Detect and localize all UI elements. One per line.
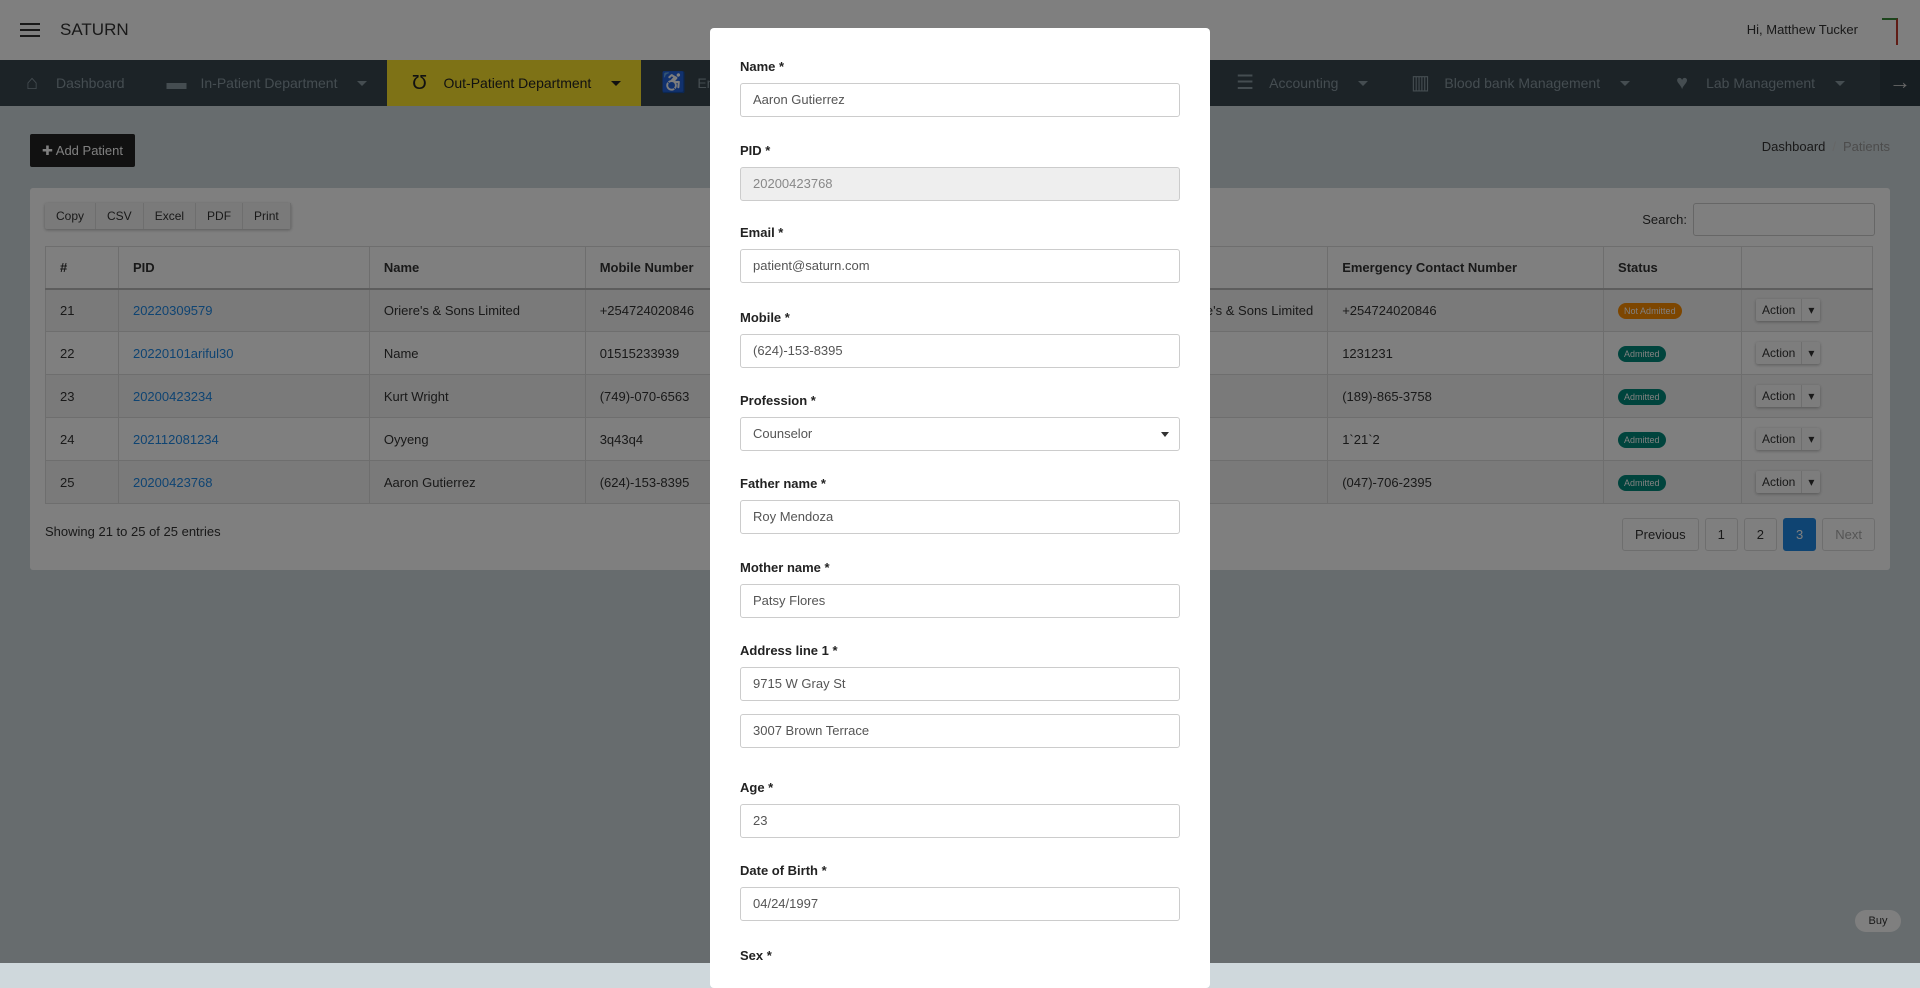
field-label: Address line 1 *	[740, 643, 838, 658]
field-input: 20200423768	[740, 167, 1180, 201]
form-field: Name * Aaron Gutierrez	[740, 59, 1180, 117]
field-label: Mobile *	[740, 310, 790, 325]
field-input[interactable]: 3007 Brown Terrace	[740, 714, 1180, 748]
field-label: Name *	[740, 59, 785, 74]
form-field: Mobile * (624)-153-8395	[740, 310, 1180, 368]
form-field: 3007 Brown Terrace	[740, 714, 1180, 748]
form-field: Email * patient@saturn.com	[740, 225, 1180, 283]
form-field: Age * 23	[740, 780, 1180, 838]
field-label: Date of Birth *	[740, 863, 827, 878]
field-input[interactable]: patient@saturn.com	[740, 249, 1180, 283]
field-label: Age *	[740, 780, 774, 795]
field-input[interactable]: 04/24/1997	[740, 887, 1180, 921]
caret-down-icon	[1161, 432, 1169, 437]
form-field: Father name * Roy Mendoza	[740, 476, 1180, 534]
field-input[interactable]: Patsy Flores	[740, 584, 1180, 618]
profession-select[interactable]: Counselor	[740, 417, 1180, 451]
field-label: Father name *	[740, 476, 826, 491]
field-label: Email *	[740, 225, 784, 240]
field-label: Profession *	[740, 393, 816, 408]
form-field: Mother name * Patsy Flores	[740, 560, 1180, 618]
field-input[interactable]: 23	[740, 804, 1180, 838]
field-label: Mother name *	[740, 560, 830, 575]
form-field: Date of Birth * 04/24/1997	[740, 863, 1180, 921]
form-field: Sex *	[740, 948, 1180, 972]
form-field: Address line 1 * 9715 W Gray St	[740, 643, 1180, 701]
edit-patient-modal: Name * Aaron Gutierrez PID * 20200423768 Ema…	[710, 28, 1210, 988]
field-input[interactable]: Roy Mendoza	[740, 500, 1180, 534]
form-field: Profession * Counselor	[740, 393, 1180, 451]
form-field: PID * 20200423768	[740, 143, 1180, 201]
field-input[interactable]: (624)-153-8395	[740, 334, 1180, 368]
field-label: PID *	[740, 143, 771, 158]
field-input[interactable]: Aaron Gutierrez	[740, 83, 1180, 117]
field-label: Sex *	[740, 948, 772, 963]
field-input[interactable]: 9715 W Gray St	[740, 667, 1180, 701]
